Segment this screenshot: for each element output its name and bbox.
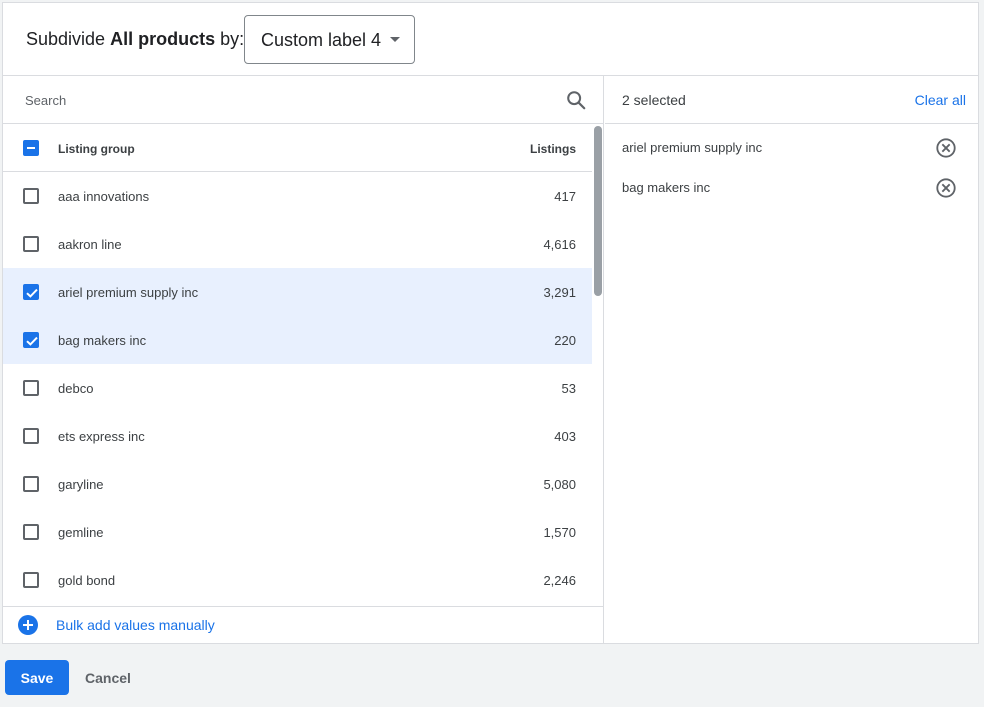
- row-count: 403: [554, 429, 576, 444]
- panel-header: Subdivide All products by: Custom label …: [3, 3, 978, 76]
- row-name: aaa innovations: [58, 189, 150, 204]
- save-button[interactable]: Save: [5, 660, 69, 695]
- row-checkbox[interactable]: [23, 476, 39, 492]
- row-name: garyline: [58, 477, 104, 492]
- bulk-add-bar: Bulk add values manually: [3, 606, 604, 644]
- search-bar: [3, 76, 603, 124]
- table-row[interactable]: ets express inc 403: [3, 412, 592, 460]
- caret-down-icon: [390, 37, 400, 42]
- table-row[interactable]: aakron line 4,616: [3, 220, 592, 268]
- column-header-listings: Listings: [529, 142, 576, 156]
- footer: Save Cancel: [0, 644, 984, 707]
- subdivide-dropdown[interactable]: Custom label 4: [244, 15, 415, 64]
- row-count: 1,570: [543, 525, 576, 540]
- selected-count: 2 selected: [622, 92, 686, 108]
- selected-item-label: ariel premium supply inc: [622, 140, 763, 155]
- row-checkbox[interactable]: [23, 188, 39, 204]
- table-row[interactable]: garyline 5,080: [3, 460, 592, 508]
- subdivide-panel: Subdivide All products by: Custom label …: [2, 2, 979, 644]
- row-name: debco: [58, 381, 94, 396]
- listing-group-pane: Listing group Listings aaa innovations 41…: [3, 76, 604, 644]
- select-all-checkbox[interactable]: [23, 140, 39, 156]
- row-checkbox[interactable]: [23, 428, 39, 444]
- selected-header: 2 selected Clear all: [605, 76, 978, 124]
- selected-item: bag makers inc: [605, 168, 978, 208]
- subdivide-heading: Subdivide All products by:: [26, 29, 244, 50]
- column-header-listing-group: Listing group: [58, 142, 135, 156]
- row-count: 5,080: [543, 477, 576, 492]
- row-name: ariel premium supply inc: [58, 285, 199, 300]
- add-circle-icon[interactable]: [18, 615, 38, 635]
- search-icon[interactable]: [565, 89, 587, 111]
- listing-rows: aaa innovations 417 aakron line 4,616 ariel …: [3, 172, 592, 606]
- row-count: 2,246: [543, 573, 576, 588]
- table-row[interactable]: ariel premium supply inc 3,291: [3, 268, 592, 316]
- cancel-button[interactable]: Cancel: [76, 660, 140, 695]
- selected-item-label: bag makers inc: [622, 180, 711, 195]
- checkmark-icon: [26, 336, 38, 346]
- row-name: gemline: [58, 525, 104, 540]
- row-name: bag makers inc: [58, 333, 147, 348]
- table-row[interactable]: debco 53: [3, 364, 592, 412]
- row-count: 4,616: [543, 237, 576, 252]
- row-checkbox[interactable]: [23, 524, 39, 540]
- row-checkbox[interactable]: [23, 236, 39, 252]
- dropdown-value: Custom label 4: [261, 30, 382, 50]
- row-count: 220: [554, 333, 576, 348]
- row-name: aakron line: [58, 237, 122, 252]
- selected-pane: 2 selected Clear all ariel premium suppl…: [605, 76, 978, 644]
- row-checkbox[interactable]: [23, 332, 39, 348]
- table-header: Listing group Listings: [3, 124, 592, 172]
- remove-circle-icon[interactable]: [935, 177, 957, 199]
- checkmark-icon: [26, 288, 38, 298]
- row-count: 417: [554, 189, 576, 204]
- row-name: ets express inc: [58, 429, 145, 444]
- row-count: 3,291: [543, 285, 576, 300]
- heading-suffix: by:: [220, 29, 245, 49]
- selected-item: ariel premium supply inc: [605, 128, 978, 168]
- row-checkbox[interactable]: [23, 380, 39, 396]
- table-row[interactable]: bag makers inc 220: [3, 316, 592, 364]
- table-row[interactable]: gemline 1,570: [3, 508, 592, 556]
- row-checkbox[interactable]: [23, 284, 39, 300]
- table-row[interactable]: aaa innovations 417: [3, 172, 592, 220]
- heading-prefix: Subdivide: [26, 29, 106, 49]
- remove-circle-icon[interactable]: [935, 137, 957, 159]
- scrollbar-thumb[interactable]: [594, 126, 602, 296]
- row-name: gold bond: [58, 573, 116, 588]
- bulk-add-link[interactable]: Bulk add values manually: [56, 617, 215, 633]
- row-count: 53: [561, 381, 576, 396]
- clear-all-link[interactable]: Clear all: [915, 92, 966, 108]
- row-checkbox[interactable]: [23, 572, 39, 588]
- table-row[interactable]: gold bond 2,246: [3, 556, 592, 604]
- search-input[interactable]: [25, 88, 545, 112]
- heading-scope: All products: [110, 29, 216, 49]
